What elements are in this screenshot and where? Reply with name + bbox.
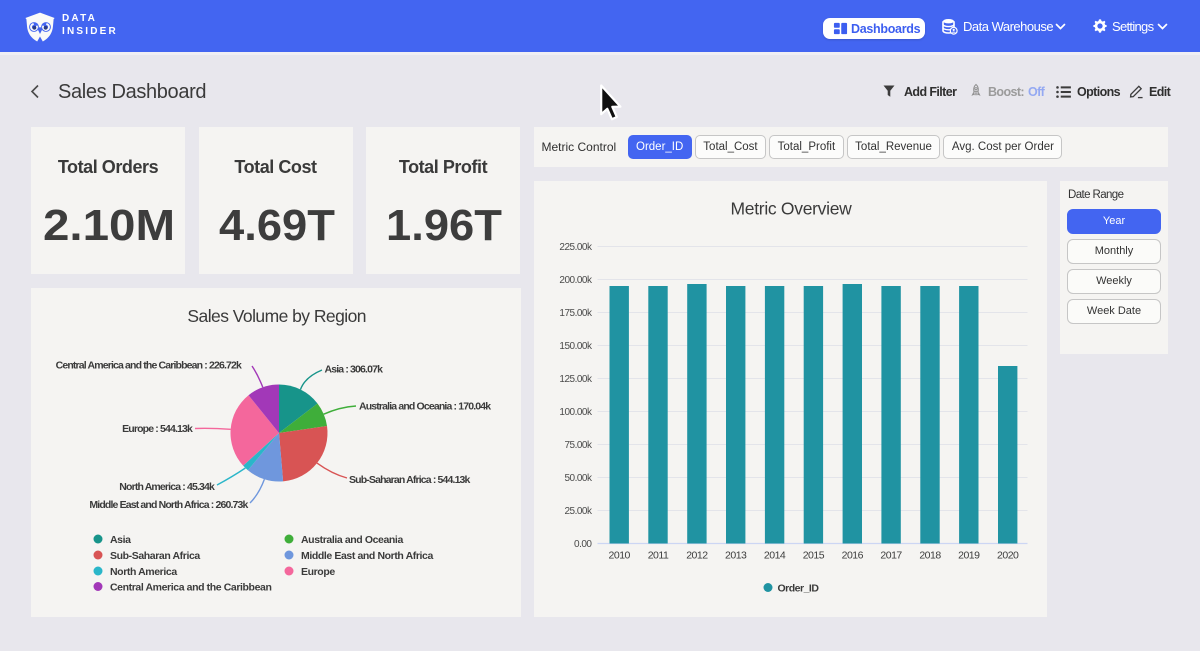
svg-text:Asia: Asia bbox=[110, 534, 131, 546]
svg-text:2016: 2016 bbox=[841, 549, 863, 561]
svg-text:Australia and Oceania : 170.04: Australia and Oceania : 170.04k bbox=[359, 401, 491, 413]
svg-text:175.00k: 175.00k bbox=[559, 308, 593, 319]
svg-text:North America : 45.34k: North America : 45.34k bbox=[119, 481, 215, 493]
svg-text:2018: 2018 bbox=[919, 549, 941, 561]
svg-text:2020: 2020 bbox=[997, 549, 1019, 561]
svg-text:2015: 2015 bbox=[802, 549, 824, 561]
svg-text:150.00k: 150.00k bbox=[559, 341, 593, 352]
svg-text:Sub-Saharan Africa: Sub-Saharan Africa bbox=[110, 550, 200, 562]
svg-text:Europe : 544.13k: Europe : 544.13k bbox=[122, 423, 193, 435]
svg-text:Central America and the Caribb: Central America and the Caribbean : 226.… bbox=[56, 360, 242, 372]
svg-text:200.00k: 200.00k bbox=[559, 275, 593, 286]
svg-text:Australia and Oceania: Australia and Oceania bbox=[301, 534, 403, 546]
svg-text:Central America and the Caribb: Central America and the Caribbean bbox=[110, 582, 271, 594]
svg-text:2014: 2014 bbox=[763, 549, 785, 561]
svg-text:100.00k: 100.00k bbox=[559, 407, 593, 418]
svg-text:Sub-Saharan Africa : 544.13k: Sub-Saharan Africa : 544.13k bbox=[349, 474, 471, 486]
svg-text:Sales Volume by Region: Sales Volume by Region bbox=[187, 306, 366, 326]
svg-text:2010: 2010 bbox=[608, 549, 630, 561]
svg-text:50.00k: 50.00k bbox=[564, 473, 593, 484]
svg-text:2011: 2011 bbox=[647, 549, 668, 561]
svg-text:0.00: 0.00 bbox=[574, 539, 592, 550]
svg-text:Middle East and North Africa: Middle East and North Africa bbox=[301, 550, 433, 562]
svg-text:2013: 2013 bbox=[725, 549, 747, 561]
svg-text:Metric Overview: Metric Overview bbox=[730, 198, 852, 218]
svg-text:2017: 2017 bbox=[880, 549, 902, 561]
svg-text:Europe: Europe bbox=[301, 566, 335, 578]
svg-text:Middle East and North Africa :: Middle East and North Africa : 260.73k bbox=[89, 499, 248, 511]
svg-text:125.00k: 125.00k bbox=[559, 374, 593, 385]
svg-text:2019: 2019 bbox=[958, 549, 980, 561]
svg-text:Asia : 306.07k: Asia : 306.07k bbox=[325, 364, 384, 376]
svg-text:225.00k: 225.00k bbox=[559, 242, 593, 253]
svg-text:North America: North America bbox=[110, 566, 177, 578]
svg-text:75.00k: 75.00k bbox=[564, 440, 593, 451]
svg-text:2012: 2012 bbox=[686, 549, 708, 561]
svg-text:25.00k: 25.00k bbox=[564, 506, 593, 517]
svg-text:Order_ID: Order_ID bbox=[777, 582, 819, 594]
